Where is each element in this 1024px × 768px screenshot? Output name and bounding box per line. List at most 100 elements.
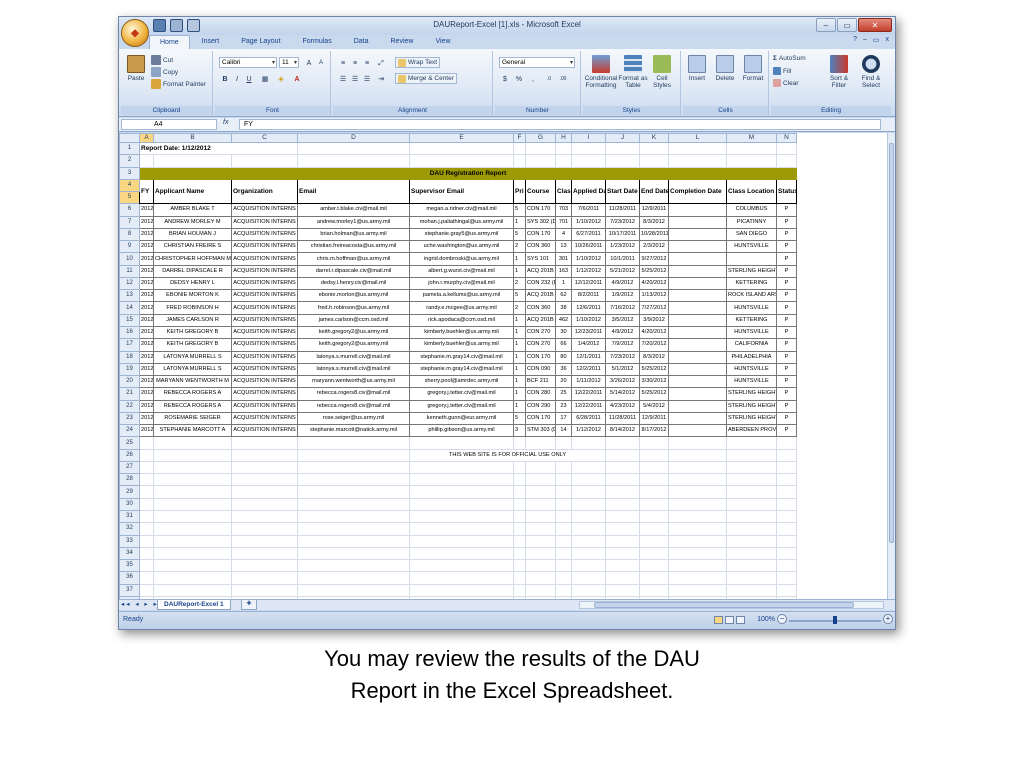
cell[interactable] [513, 509, 526, 524]
header-fy[interactable]: FY [139, 178, 154, 205]
row-header[interactable]: 15 [119, 313, 140, 327]
cell[interactable]: P [776, 325, 797, 340]
cell[interactable]: brian.holman@us.army.mil [297, 227, 410, 242]
row-header[interactable]: 35 [119, 559, 140, 573]
cell[interactable] [726, 448, 777, 462]
cell[interactable]: 1 [513, 399, 526, 413]
row-header[interactable]: 2 [119, 154, 140, 168]
cell[interactable]: 6/27/2011 [571, 227, 606, 242]
insert-function-icon[interactable]: fx [223, 119, 228, 126]
cell[interactable] [668, 276, 727, 291]
cell[interactable]: STM 303 (DAU) [525, 424, 556, 438]
cell[interactable]: ACQUISITION INTERNS [231, 203, 298, 217]
cell[interactable]: 1 [513, 387, 526, 401]
cell[interactable] [668, 534, 727, 548]
cell[interactable]: SYS 101 [525, 252, 556, 266]
header-email[interactable]: Email [297, 178, 410, 205]
wrap-text-button[interactable]: Wrap Text [395, 57, 441, 68]
cell[interactable]: gregory.j.tetter.civ@mail.mil [409, 387, 514, 401]
cell[interactable]: 4 [555, 227, 572, 242]
cell[interactable]: 5/4/2012 [639, 399, 669, 413]
cell[interactable] [668, 325, 727, 340]
cell[interactable]: 3/5/2012 [605, 313, 640, 327]
format-as-table-button[interactable]: Format as Table [615, 55, 651, 89]
cell[interactable]: ACQUISITION INTERNS [231, 240, 298, 254]
cell[interactable] [668, 264, 727, 278]
cell[interactable] [639, 154, 669, 168]
cell[interactable]: 14 [555, 424, 572, 438]
cell[interactable]: 5 [513, 203, 526, 217]
cell[interactable]: latonya.s.murrell.civ@mail.mil [297, 362, 410, 377]
cell[interactable]: randy.e.mcgee@us.army.mil [409, 301, 514, 315]
cell[interactable] [555, 497, 572, 511]
cell[interactable] [409, 497, 514, 511]
cell[interactable] [726, 522, 777, 536]
cell[interactable]: 13 [555, 240, 572, 254]
cell[interactable]: 1/12/2012 [571, 424, 606, 438]
cell[interactable] [513, 141, 526, 156]
zoom-out-icon[interactable]: − [777, 614, 787, 624]
vertical-scrollbar[interactable] [887, 133, 895, 599]
cell[interactable]: kimberly.buehler@us.army.mil [409, 338, 514, 352]
cell[interactable]: DEDSY HENRY L [153, 276, 232, 291]
cell[interactable] [231, 485, 298, 499]
cell[interactable] [639, 559, 669, 573]
cell[interactable] [668, 571, 727, 585]
cell[interactable] [571, 546, 606, 561]
cell[interactable] [605, 546, 640, 561]
cell[interactable] [153, 546, 232, 561]
cell[interactable]: 12/22/2011 [571, 399, 606, 413]
header-completion-date[interactable]: Completion Date [668, 178, 727, 205]
cell[interactable] [153, 485, 232, 499]
cell[interactable] [668, 522, 727, 536]
cell[interactable] [297, 436, 410, 450]
cell[interactable]: 1 [513, 215, 526, 229]
insert-cells-button[interactable]: Insert [683, 55, 711, 82]
cell[interactable]: 2012 [139, 399, 154, 413]
cell[interactable]: 4/20/2012 [639, 325, 669, 340]
worksheet-grid[interactable]: A B C D E F G H I J K L M N 1 Report Date: 1/12/2012 2 3 D… [119, 133, 889, 599]
cell[interactable]: ACQUISITION INTERNS [231, 325, 298, 340]
cell[interactable] [726, 546, 777, 561]
cell[interactable]: P [776, 215, 797, 229]
cell[interactable] [668, 375, 727, 389]
cell[interactable] [726, 460, 777, 475]
cell[interactable]: 12/1/2011 [571, 350, 606, 364]
cell[interactable]: P [776, 240, 797, 254]
cell[interactable]: 5 [513, 411, 526, 426]
cell[interactable]: P [776, 203, 797, 217]
cell[interactable]: 2012 [139, 424, 154, 438]
cell[interactable]: CHRISTOPHER HOFFMAN M [153, 252, 232, 266]
cell[interactable] [513, 497, 526, 511]
cell[interactable] [139, 583, 154, 597]
row-header[interactable]: 8 [119, 227, 140, 242]
cell[interactable]: 2 [513, 240, 526, 254]
row-header[interactable]: 12 [119, 276, 140, 291]
cell[interactable]: rick.apodaca@ccm.osd.mil [409, 313, 514, 327]
cell[interactable] [231, 436, 298, 450]
cell[interactable]: ACQUISITION INTERNS [231, 215, 298, 229]
cell[interactable] [776, 448, 797, 462]
cell[interactable]: CON 170 [525, 203, 556, 217]
cell[interactable]: 1/12/2012 [571, 264, 606, 278]
cell[interactable] [153, 497, 232, 511]
cell[interactable] [668, 350, 727, 364]
cell[interactable] [409, 154, 514, 168]
cell[interactable]: P [776, 264, 797, 278]
cell[interactable]: 2012 [139, 375, 154, 389]
cell[interactable] [409, 571, 514, 585]
cell[interactable] [555, 571, 572, 585]
cell[interactable] [525, 522, 556, 536]
name-box[interactable]: A4 [121, 119, 217, 130]
column-header-c[interactable]: C [231, 133, 298, 143]
formula-input[interactable]: FY [239, 119, 881, 130]
cell[interactable]: keith.gregory2@us.army.mil [297, 325, 410, 340]
cell[interactable] [297, 141, 410, 156]
cell[interactable]: 10/17/2011 [605, 227, 640, 242]
cell[interactable]: HUNTSVILLE [726, 301, 777, 315]
cell[interactable] [605, 485, 640, 499]
cell[interactable]: 5 [513, 289, 526, 303]
cell[interactable]: 11/28/2011 [605, 411, 640, 426]
cell[interactable]: 2012 [139, 289, 154, 303]
cell[interactable]: 9/27/2012 [639, 252, 669, 266]
